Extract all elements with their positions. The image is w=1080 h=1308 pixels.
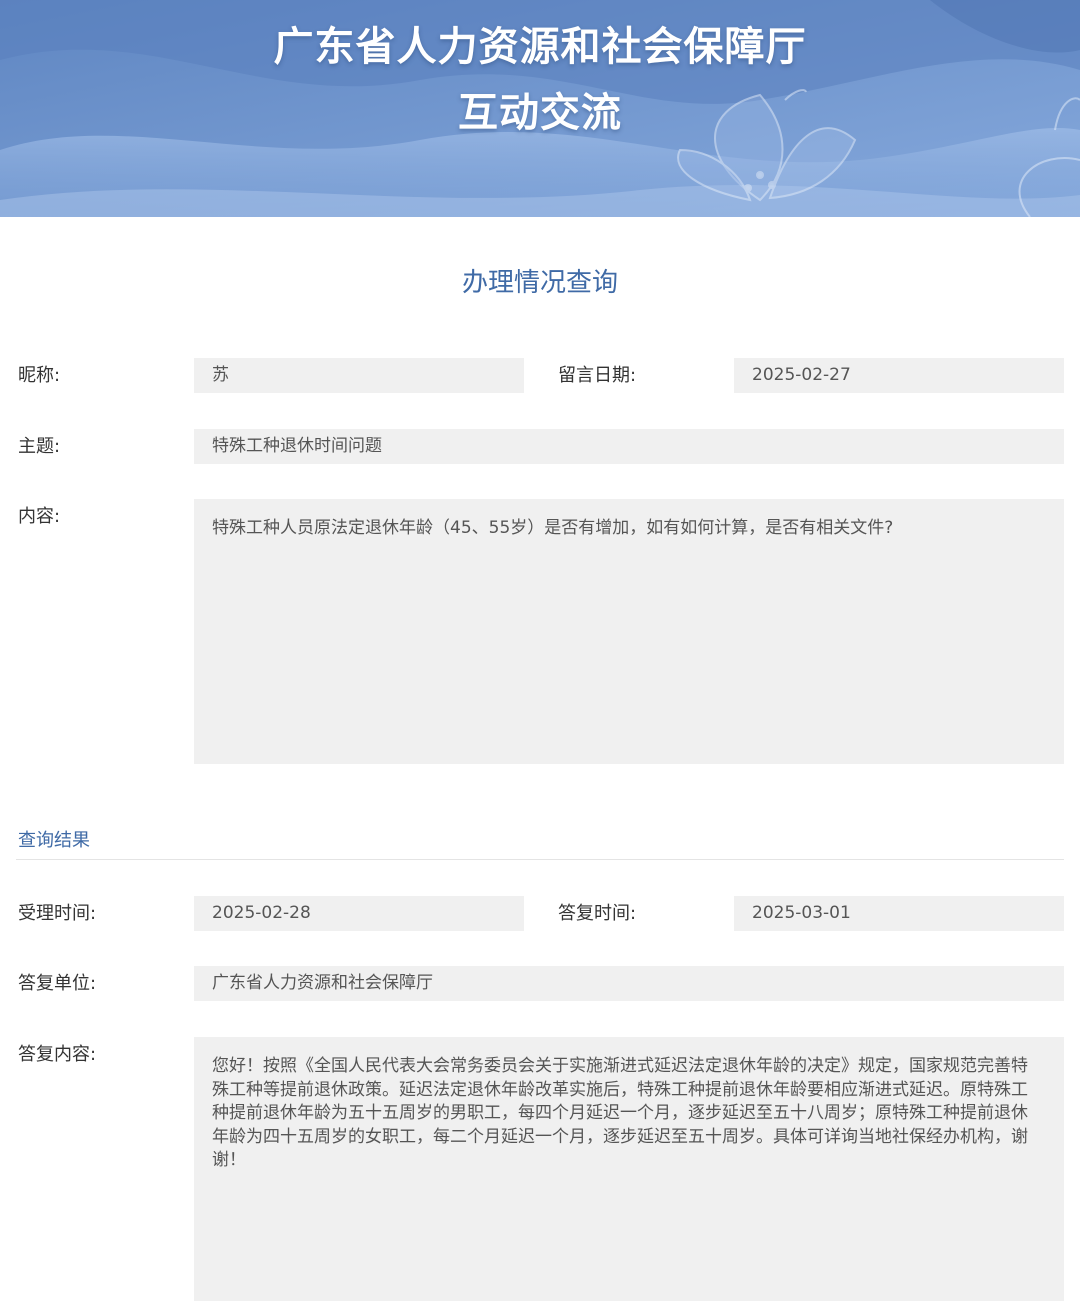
reply-time-label: 答复时间: — [558, 903, 637, 924]
content-field: 特殊工种人员原法定退休年龄（45、55岁）是否有增加，如有如何计算，是否有相关文… — [194, 499, 1064, 764]
content-label: 内容: — [18, 506, 61, 527]
page-title: 办理情况查询 — [461, 268, 618, 298]
subject-label: 主题: — [18, 436, 61, 457]
accept-time-field: 2025-02-28 — [194, 896, 524, 931]
site-subtitle: 互动交流 — [458, 90, 622, 136]
subject-field: 特殊工种退休时间问题 — [194, 429, 1064, 464]
reply-unit-label: 答复单位: — [18, 973, 97, 994]
reply-unit-field: 广东省人力资源和社会保障厅 — [194, 966, 1064, 1001]
reply-time-field: 2025-03-01 — [734, 896, 1064, 931]
accept-time-label: 受理时间: — [18, 903, 97, 924]
header-banner: 广东省人力资源和社会保障厅 互动交流 — [0, 0, 1080, 217]
reply-content-field: 您好！按照《全国人民代表大会常务委员会关于实施渐进式延迟法定退休年龄的决定》规定… — [194, 1037, 1064, 1301]
query-result-heading: 查询结果 — [18, 830, 90, 851]
nickname-field: 苏 — [194, 358, 524, 393]
section-divider — [16, 859, 1064, 860]
message-date-label: 留言日期: — [558, 365, 637, 386]
site-title: 广东省人力资源和社会保障厅 — [273, 24, 807, 70]
reply-content-label: 答复内容: — [18, 1044, 97, 1065]
message-date-field: 2025-02-27 — [734, 358, 1064, 393]
nickname-label: 昵称: — [18, 365, 61, 386]
